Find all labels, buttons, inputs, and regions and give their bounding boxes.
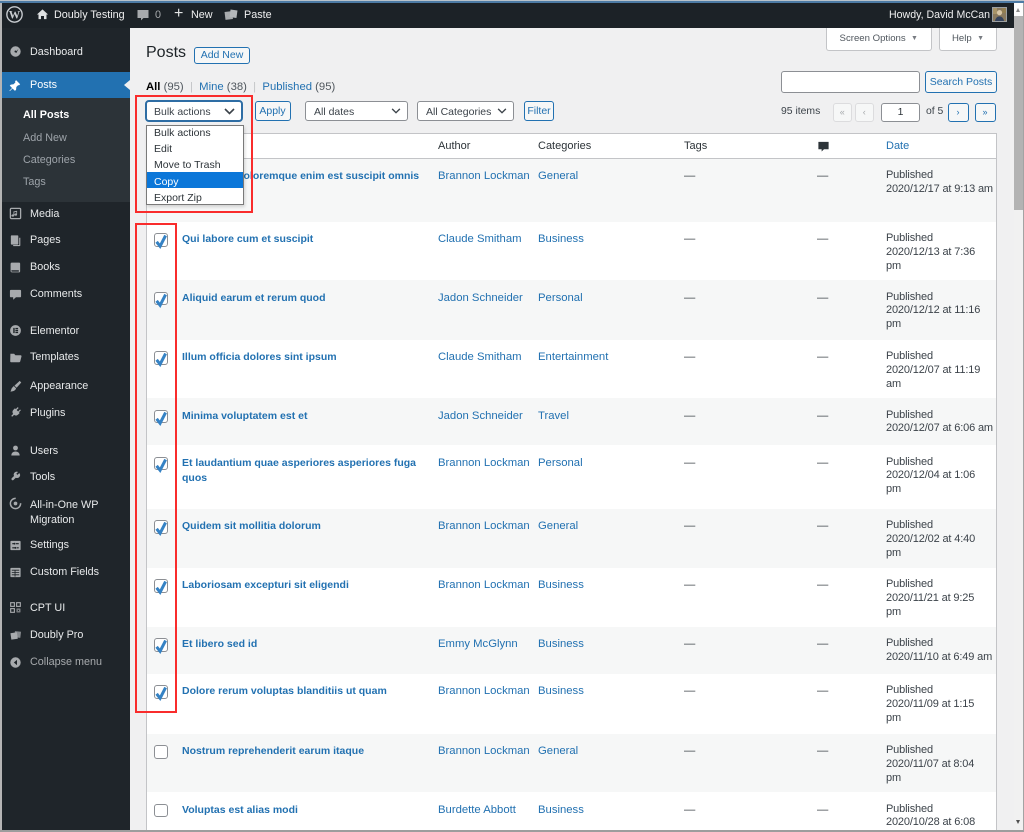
svg-text:W: W: [9, 9, 21, 21]
